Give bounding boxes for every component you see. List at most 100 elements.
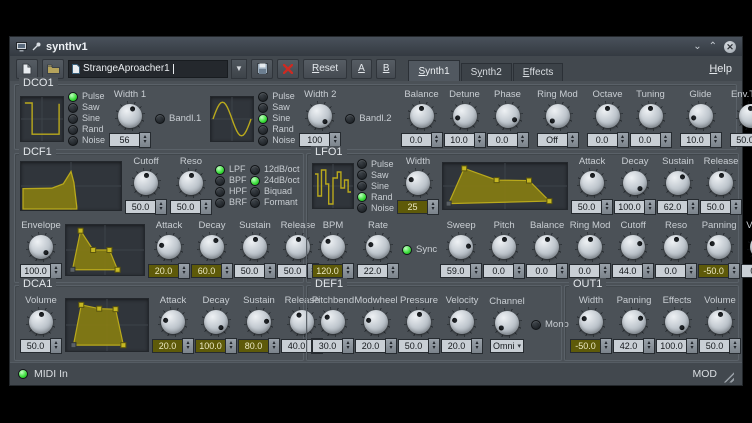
knob-sustain[interactable]: Sustain80.0▴▾ (238, 296, 280, 354)
value-box[interactable]: 100.0 (195, 339, 225, 353)
knob-dial[interactable] (747, 232, 752, 262)
dcf1-slope-radio-formant[interactable]: Formant (250, 198, 300, 208)
spin-down-icon[interactable]: ▾ (225, 271, 228, 276)
spinner[interactable]: ▴▾ (728, 263, 740, 279)
osc1-radio-pulse[interactable]: Pulse (68, 92, 105, 102)
spinner[interactable]: ▴▾ (686, 338, 698, 354)
spinner[interactable]: ▴▾ (642, 263, 654, 279)
lfo1-radio-pulse[interactable]: Pulse (357, 159, 394, 169)
spin-down-icon[interactable]: ▾ (647, 346, 650, 351)
preset-dropdown-arrow[interactable]: ▼ (231, 59, 247, 79)
spinner[interactable]: ▴▾ (221, 263, 233, 279)
help-button[interactable]: Help (709, 63, 736, 75)
spin-down-icon[interactable]: ▾ (664, 140, 667, 145)
knob-dial[interactable] (240, 232, 270, 262)
spin-down-icon[interactable]: ▾ (690, 271, 693, 276)
value-box[interactable]: 44.0 (612, 264, 642, 278)
spinner[interactable]: ▴▾ (513, 263, 525, 279)
knob-modwheel[interactable]: Modwheel20.0▴▾ (355, 296, 397, 354)
knob-dial[interactable] (361, 307, 391, 337)
knob-dial[interactable] (244, 307, 274, 337)
value-box[interactable]: -50.0 (698, 264, 728, 278)
value-box[interactable]: -50.0 (570, 339, 600, 353)
osc1-radio-sine[interactable]: Sine (68, 114, 105, 124)
spinner[interactable]: ▴▾ (567, 132, 579, 148)
osc1-radio-saw[interactable]: Saw (68, 103, 105, 113)
knob-dial[interactable] (404, 307, 434, 337)
spin-down-icon[interactable]: ▾ (334, 140, 337, 145)
channel-select[interactable]: Omni▾ (490, 339, 524, 353)
knob-decay[interactable]: Decay60.0▴▾ (191, 221, 233, 279)
knob-release[interactable]: Release50.0▴▾ (700, 157, 742, 215)
knob-attack[interactable]: Attack50.0▴▾ (571, 157, 613, 215)
knob-dial[interactable] (407, 101, 437, 131)
knob-pitchbend[interactable]: Pitchbend30.0▴▾ (312, 296, 354, 354)
value-box[interactable]: 0.0 (526, 264, 556, 278)
knob-dial[interactable] (363, 232, 393, 262)
value-box[interactable]: 10.0 (680, 133, 710, 147)
dcf1-slope-radio-12db-oct[interactable]: 12dB/oct (250, 165, 300, 175)
knob-effects[interactable]: Effects100.0▴▾ (656, 296, 698, 354)
knob-panning[interactable]: Panning42.0▴▾ (613, 296, 655, 354)
knob-dial[interactable] (450, 101, 480, 131)
value-box[interactable]: 0.0 (401, 133, 431, 147)
spinner[interactable]: ▴▾ (643, 338, 655, 354)
knob-dial[interactable] (661, 232, 691, 262)
osc2-radio-saw[interactable]: Saw (258, 103, 295, 113)
spin-down-icon[interactable]: ▾ (621, 140, 624, 145)
knob-dial[interactable] (493, 101, 523, 131)
spin-down-icon[interactable]: ▾ (144, 140, 147, 145)
value-box[interactable]: 50.0 (730, 133, 752, 147)
spinner[interactable]: ▴▾ (687, 199, 699, 215)
knob-dial[interactable] (736, 101, 752, 131)
spin-down-icon[interactable]: ▾ (606, 207, 609, 212)
knob-dial[interactable] (447, 307, 477, 337)
osc2-radio-sine[interactable]: Sine (258, 114, 295, 124)
knob-dial[interactable] (705, 307, 735, 337)
knob-env-time[interactable]: Env.Time50.0▴▾ (730, 90, 752, 148)
knob-dial[interactable] (704, 232, 734, 262)
spinner[interactable]: ▴▾ (200, 199, 212, 215)
knob-glide[interactable]: Glide10.0▴▾ (680, 90, 722, 148)
value-box[interactable]: 25 (397, 200, 427, 214)
value-box[interactable]: 20.0 (148, 264, 178, 278)
spinner[interactable]: ▴▾ (50, 338, 62, 354)
spinner[interactable]: ▴▾ (268, 338, 280, 354)
value-box[interactable]: 60.0 (191, 264, 221, 278)
value-box[interactable]: 50.0 (700, 200, 730, 214)
spin-down-icon[interactable]: ▾ (435, 140, 438, 145)
value-box[interactable]: 0.0 (741, 264, 752, 278)
knob-dial[interactable] (131, 168, 161, 198)
knob-dial[interactable] (176, 168, 206, 198)
knob-dial[interactable] (26, 307, 56, 337)
knob-rate[interactable]: Rate22.0▴▾ (357, 221, 399, 279)
knob-pressure[interactable]: Pressure50.0▴▾ (398, 296, 440, 354)
value-box[interactable]: 42.0 (613, 339, 643, 353)
spinner[interactable]: ▴▾ (431, 132, 443, 148)
preset-b-button[interactable]: B (376, 59, 397, 79)
spin-down-icon[interactable]: ▾ (735, 207, 738, 212)
titlebar[interactable]: synthv1 ⌄ ⌃ ✕ (10, 37, 742, 56)
knob-dial[interactable] (706, 168, 736, 198)
spin-down-icon[interactable]: ▾ (571, 140, 574, 145)
osc1-radio-rand[interactable]: Rand (68, 125, 105, 135)
knob-volume[interactable]: Volume50.0▴▾ (20, 296, 62, 354)
new-preset-button[interactable] (16, 59, 38, 79)
knob-decay[interactable]: Decay100.0▴▾ (195, 296, 237, 354)
spin-down-icon[interactable]: ▾ (649, 207, 652, 212)
knob-dial[interactable] (318, 307, 348, 337)
value-box[interactable]: 0.0 (569, 264, 599, 278)
delete-preset-button[interactable] (277, 59, 299, 79)
knob-octave[interactable]: Octave0.0▴▾ (587, 90, 629, 148)
knob-width-2[interactable]: Width 2100▴▾ (299, 90, 341, 148)
preset-a-button[interactable]: A (351, 59, 372, 79)
knob-dial[interactable] (576, 307, 606, 337)
spin-down-icon[interactable]: ▾ (518, 271, 521, 276)
spin-down-icon[interactable]: ▾ (604, 271, 607, 276)
tab-synth-1[interactable]: Synth 1 (408, 60, 459, 81)
spinner[interactable]: ▴▾ (471, 338, 483, 354)
osc2-radio-pulse[interactable]: Pulse (258, 92, 295, 102)
spin-down-icon[interactable]: ▾ (714, 140, 717, 145)
maximize-button[interactable]: ⌃ (709, 42, 717, 52)
lfo1-radio-saw[interactable]: Saw (357, 170, 394, 180)
